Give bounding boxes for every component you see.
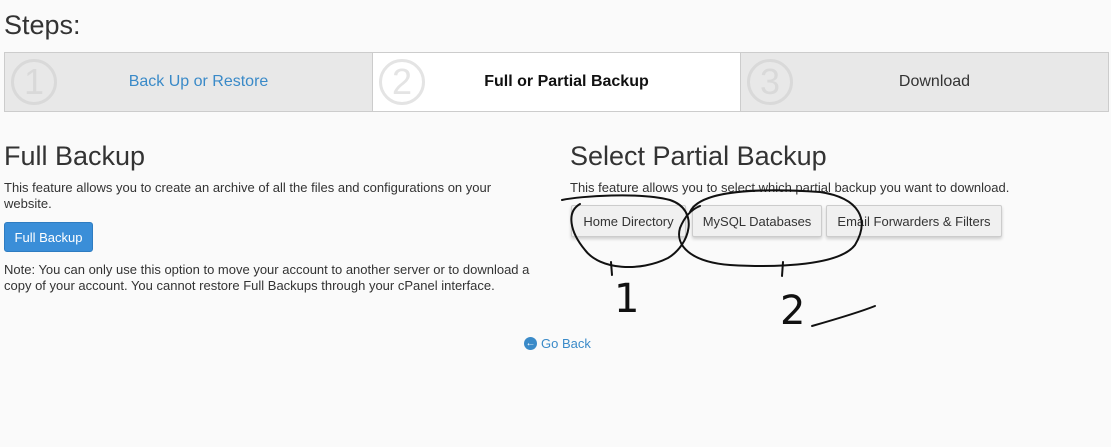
go-back-link[interactable]: ← Go Back [524,336,591,351]
go-back-label: Go Back [541,336,591,351]
steps-wizard: 1 Back Up or Restore 2 Full or Partial B… [4,52,1109,112]
annotation-mark-2: 2 [780,288,805,334]
step-label-download: Download [898,73,971,90]
mysql-databases-button[interactable]: MySQL Databases [692,205,822,237]
arrow-left-circle-icon: ← [524,337,537,350]
page-heading: Steps: [4,10,81,40]
partial-backup-description: This feature allows you to select which … [570,180,1010,195]
scribble-underline-2 [811,305,876,327]
step-full-or-partial-backup: 2 Full or Partial Backup [373,53,741,111]
step-label-full-or-partial-backup: Full or Partial Backup [484,73,649,90]
full-backup-button[interactable]: Full Backup [4,222,93,252]
step-back-up-or-restore[interactable]: 1 Back Up or Restore [5,53,373,111]
step-download: 3 Download [741,53,1108,111]
home-directory-button[interactable]: Home Directory [571,205,686,237]
full-backup-note: Note: You can only use this option to mo… [4,262,530,293]
partial-backup-title: Select Partial Backup [570,141,827,171]
scribble-tick-1 [610,261,613,276]
full-backup-title: Full Backup [4,141,146,171]
annotation-mark-1: 1 [614,276,639,322]
step-label-back-up-or-restore[interactable]: Back Up or Restore [5,53,372,111]
email-forwarders-filters-button[interactable]: Email Forwarders & Filters [826,205,1002,237]
scribble-tick-2 [781,261,784,277]
full-backup-description: This feature allows you to create an arc… [4,180,492,211]
